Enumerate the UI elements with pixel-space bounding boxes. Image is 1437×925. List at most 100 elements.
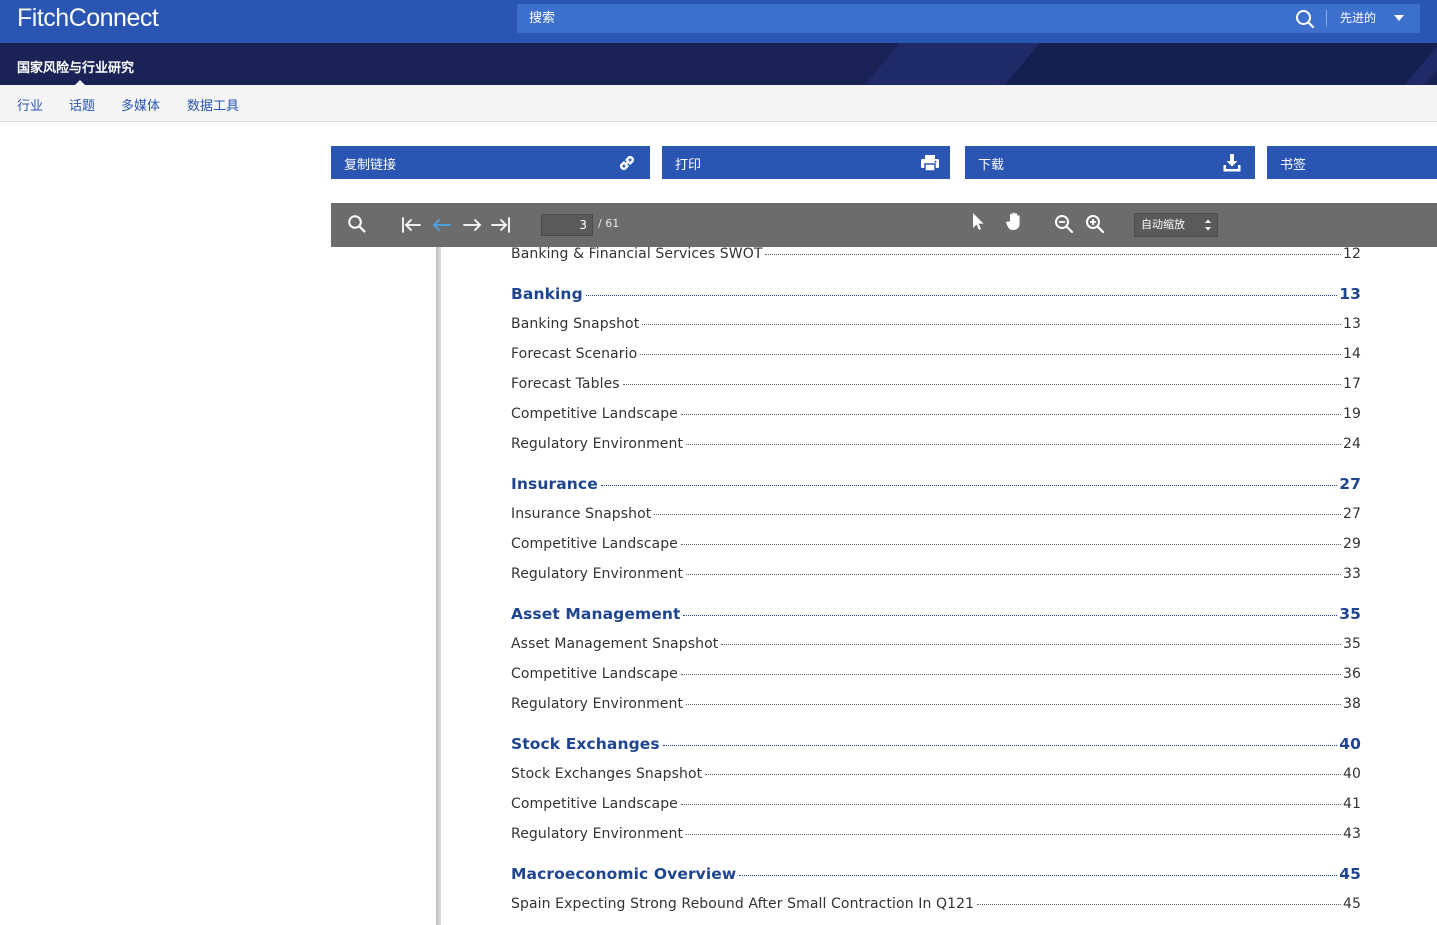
first-page-icon[interactable] <box>401 215 421 235</box>
toc-heading[interactable]: Insurance 27 <box>511 475 1361 493</box>
toc-leader-dots <box>739 875 1338 876</box>
toc-page-number: 35 <box>1339 605 1361 623</box>
toc-page-number: 36 <box>1342 666 1361 682</box>
toc-entry[interactable]: Banking Snapshot 13 <box>511 316 1361 332</box>
toc-title: Regulatory Environment <box>511 696 684 712</box>
tab-multimedia[interactable]: 多媒体 <box>121 95 160 114</box>
toc-heading[interactable]: Asset Management 35 <box>511 605 1361 623</box>
toc-entry[interactable]: Competitive Landscape 19 <box>511 406 1361 422</box>
toc-leader-dots <box>705 774 1341 775</box>
toc-leader-dots <box>977 904 1341 905</box>
toc-entry[interactable]: Forecast Scenario 14 <box>511 346 1361 362</box>
next-page-icon[interactable] <box>462 215 482 235</box>
toc-title: Insurance Snapshot <box>511 506 652 522</box>
toc-entry[interactable]: Asset Management Snapshot 35 <box>511 636 1361 652</box>
toc-heading[interactable]: Macroeconomic Overview 45 <box>511 865 1361 883</box>
print-button[interactable]: 打印 <box>662 146 950 179</box>
toc-page-number: 33 <box>1342 566 1361 582</box>
toc-heading[interactable]: Stock Exchanges 40 <box>511 735 1361 753</box>
toc-page-number: 40 <box>1339 735 1361 753</box>
find-icon[interactable] <box>347 214 367 234</box>
toc-page-number: 24 <box>1342 436 1361 452</box>
toc-heading[interactable]: Banking 13 <box>511 285 1361 303</box>
toc-title: Regulatory Environment <box>511 436 684 452</box>
zoom-select[interactable]: 自动缩放 <box>1134 213 1218 237</box>
top-bar: FitchConnect 先进的 <box>0 0 1437 43</box>
toc-entry[interactable]: Competitive Landscape 29 <box>511 536 1361 552</box>
sub-navigation: 行业 话题 多媒体 数据工具 <box>0 85 1437 122</box>
toc-leader-dots <box>680 804 1341 805</box>
toc-leader-dots <box>585 295 1338 296</box>
zoom-in-icon[interactable] <box>1085 214 1105 234</box>
pdf-viewport[interactable]: Banking & Financial Services SWOT 12 Banki… <box>331 247 1437 925</box>
toc-entry[interactable]: Banking & Financial Services SWOT 12 <box>511 247 1361 262</box>
previous-page-icon[interactable] <box>432 215 452 235</box>
toc-page-number: 27 <box>1342 506 1361 522</box>
toc-title: Spain Expecting Strong Rebound After Sma… <box>511 896 975 912</box>
logo-part-connect: Connect <box>68 4 159 32</box>
toc-entry[interactable]: Competitive Landscape 36 <box>511 666 1361 682</box>
page-count: / 61 <box>598 217 620 230</box>
last-page-icon[interactable] <box>491 215 511 235</box>
select-cursor-icon[interactable] <box>968 212 988 232</box>
toc-leader-dots <box>683 615 1338 616</box>
search-input[interactable] <box>517 4 1277 33</box>
toc-entry[interactable]: Regulatory Environment 33 <box>511 566 1361 582</box>
toc-leader-dots <box>686 834 1341 835</box>
toc-page-number: 13 <box>1342 316 1361 332</box>
toc-title: Stock Exchanges Snapshot <box>511 766 703 782</box>
toc-entry[interactable]: Forecast Tables 17 <box>511 376 1361 392</box>
toc-entry[interactable]: Regulatory Environment 43 <box>511 826 1361 842</box>
search-divider <box>1326 10 1327 27</box>
toc-page-number: 38 <box>1342 696 1361 712</box>
toc-page-number: 14 <box>1342 346 1361 362</box>
bookmark-button[interactable]: 书签 <box>1267 146 1437 179</box>
toc-entry[interactable]: Competitive Landscape 41 <box>511 796 1361 812</box>
toc-title: Banking Snapshot <box>511 316 640 332</box>
hand-tool-icon[interactable] <box>1004 211 1024 231</box>
tab-topics[interactable]: 话题 <box>69 95 95 114</box>
page-number-input[interactable] <box>541 214 593 236</box>
toc-title: Competitive Landscape <box>511 536 678 552</box>
toc-entry[interactable]: Regulatory Environment 24 <box>511 436 1361 452</box>
search-box: 先进的 <box>517 4 1420 33</box>
toc-entry[interactable]: Insurance Snapshot 27 <box>511 506 1361 522</box>
toc-title: Macroeconomic Overview <box>511 865 737 883</box>
link-icon <box>620 156 634 170</box>
search-icon[interactable] <box>1295 9 1315 29</box>
toc-leader-dots <box>600 485 1338 486</box>
download-label: 下载 <box>978 158 1005 173</box>
toc-title: Forecast Scenario <box>511 346 638 362</box>
toc-page-number: 45 <box>1342 896 1361 912</box>
toc-leader-dots <box>686 574 1341 575</box>
download-icon <box>1223 154 1241 172</box>
toc-title: Forecast Tables <box>511 376 620 392</box>
toc-title: Insurance <box>511 475 598 493</box>
tab-industry[interactable]: 行业 <box>17 95 43 114</box>
copy-link-button[interactable]: 复制链接 <box>331 146 650 179</box>
toc-page-number: 12 <box>1342 247 1361 262</box>
chevron-down-icon[interactable] <box>1394 15 1404 22</box>
toc-entry[interactable]: Stock Exchanges Snapshot 40 <box>511 766 1361 782</box>
section-title[interactable]: 国家风险与行业研究 <box>17 57 134 76</box>
toc-title: Asset Management Snapshot <box>511 636 719 652</box>
toc-leader-dots <box>686 444 1341 445</box>
tab-data-tools[interactable]: 数据工具 <box>187 95 239 114</box>
fitchconnect-logo[interactable]: FitchConnect <box>17 4 159 33</box>
toc-page-number: 17 <box>1342 376 1361 392</box>
toc-title: Competitive Landscape <box>511 796 678 812</box>
toc-entry[interactable]: Regulatory Environment 38 <box>511 696 1361 712</box>
toc-title: Competitive Landscape <box>511 666 678 682</box>
toc-leader-dots <box>686 704 1341 705</box>
toc-leader-dots <box>721 644 1341 645</box>
print-label: 打印 <box>675 158 702 173</box>
toc-title: Banking <box>511 285 583 303</box>
download-button[interactable]: 下载 <box>965 146 1255 179</box>
toc-page-number: 13 <box>1339 285 1361 303</box>
toc-entry[interactable]: Spain Expecting Strong Rebound After Sma… <box>511 896 1361 912</box>
printer-icon <box>921 155 939 172</box>
zoom-out-icon[interactable] <box>1054 214 1074 234</box>
pdf-page: Banking & Financial Services SWOT 12 Banki… <box>441 247 1437 925</box>
copy-link-label: 复制链接 <box>344 158 397 173</box>
advanced-search-button[interactable]: 先进的 <box>1340 4 1376 33</box>
